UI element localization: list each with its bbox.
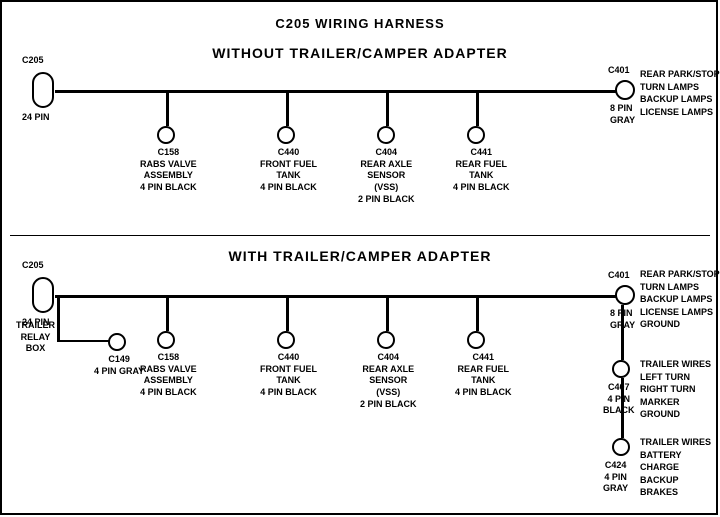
c440-connector-2 [277,331,295,349]
c205-label-2: C205 [22,260,44,272]
c441-connector-2 [467,331,485,349]
c401-right-label-1: REAR PARK/STOPTURN LAMPSBACKUP LAMPSLICE… [640,68,720,118]
c158-connector-2 [157,331,175,349]
c205-sublabel-1: 24 PIN [22,112,50,124]
c440-label-1: C440FRONT FUELTANK4 PIN BLACK [260,147,317,194]
c158-vline-2 [166,296,169,331]
c441-connector-1 [467,126,485,144]
c149-label: C1494 PIN GRAY [94,354,144,377]
c401-sublabel-1: 8 PINGRAY [610,103,635,126]
c424-label: C4244 PINGRAY [603,460,628,495]
c440-vline-1 [286,91,289,126]
c158-label-2: C158RABS VALVEASSEMBLY4 PIN BLACK [140,352,197,399]
c441-label-2: C441REAR FUELTANK4 PIN BLACK [455,352,512,399]
diagram-container: C205 WIRING HARNESS WITHOUT TRAILER/CAMP… [0,0,720,490]
c205-label-1: C205 [22,55,44,67]
c158-label-1: C158RABS VALVEASSEMBLY4 PIN BLACK [140,147,197,194]
c407-label: C4074 PINBLACK [603,382,635,417]
main-hline-2 [55,295,625,298]
c407-vline [621,305,624,360]
c404-label-1: C404REAR AXLESENSOR(VSS)2 PIN BLACK [358,147,415,205]
c401-connector-1 [615,80,635,100]
c440-connector-1 [277,126,295,144]
main-hline-1 [55,90,625,93]
trailer-relay-vline [57,296,60,341]
c440-label-2: C440FRONT FUELTANK4 PIN BLACK [260,352,317,399]
page-title: C205 WIRING HARNESS [0,8,720,31]
c404-vline-2 [386,296,389,331]
c424-vline [621,378,624,438]
c407-connector [612,360,630,378]
c404-vline-1 [386,91,389,126]
c158-vline-1 [166,91,169,126]
c404-connector-1 [377,126,395,144]
c407-right-label: TRAILER WIRESLEFT TURNRIGHT TURNMARKERGR… [640,358,711,421]
c401-right-label-2: REAR PARK/STOPTURN LAMPSBACKUP LAMPSLICE… [640,268,720,331]
c424-right-label: TRAILER WIRESBATTERY CHARGEBACKUPBRAKES [640,436,720,499]
section-divider [10,235,710,236]
c205-connector-1 [32,72,54,108]
c441-vline-1 [476,91,479,126]
c401-label-1: C401 [608,65,630,77]
c401-connector-2 [615,285,635,305]
c205-connector-2 [32,277,54,313]
c424-connector [612,438,630,456]
c149-connector [108,333,126,351]
c401-label-2: C401 [608,270,630,282]
c158-connector-1 [157,126,175,144]
c441-label-1: C441REAR FUELTANK4 PIN BLACK [453,147,510,194]
c404-label-2: C404REAR AXLESENSOR(VSS)2 PIN BLACK [360,352,417,410]
c440-vline-2 [286,296,289,331]
section2-label: WITH TRAILER/CAMPER ADAPTER [100,248,620,264]
trailer-relay-label: TRAILERRELAYBOX [16,320,55,355]
section1-label: WITHOUT TRAILER/CAMPER ADAPTER [100,45,620,61]
c404-connector-2 [377,331,395,349]
c441-vline-2 [476,296,479,331]
